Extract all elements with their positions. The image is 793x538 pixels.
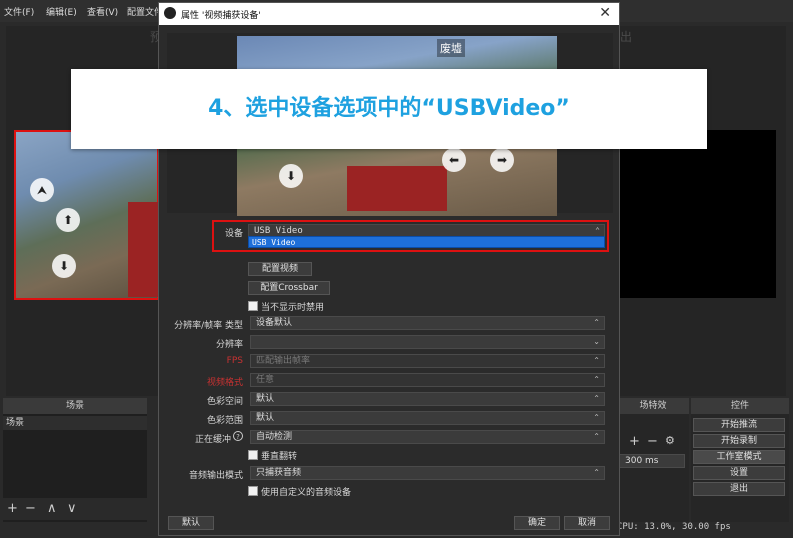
fps-value: 匹配输出帧率 <box>256 356 311 366</box>
video-format-label: 视频格式 <box>206 378 243 388</box>
resolution-fps-type-value: 设备默认 <box>256 318 293 328</box>
game-capture-thumbnail[interactable]: ⮝ ⬆ ⬇ <box>14 130 160 300</box>
color-range-label: 色彩范围 <box>206 416 243 426</box>
color-range-value: 默认 <box>256 413 275 423</box>
gear-icon[interactable]: ⚙ <box>665 434 675 447</box>
fps-select[interactable]: 匹配输出帧率 ⌃ <box>250 354 605 368</box>
resolution-label: 分辨率 <box>215 340 243 350</box>
move-down-icon[interactable]: ∨ <box>67 501 77 516</box>
transitions-dock-title: 场特效 <box>617 398 689 414</box>
scene-list-item[interactable]: 场景 <box>3 416 147 430</box>
resolution-select[interactable]: ⌄ <box>250 335 605 349</box>
controls-dock-title: 控件 <box>691 398 789 414</box>
remove-icon[interactable]: − <box>647 434 658 449</box>
chevron-updown-icon: ⌃ <box>593 318 600 327</box>
move-up-icon[interactable]: ∧ <box>47 501 57 516</box>
down-arrow-icon: ⬇ <box>52 254 76 278</box>
transition-duration[interactable]: 300 ms <box>619 454 685 468</box>
menu-view[interactable]: 查看(V) <box>87 5 118 18</box>
highlight-annotation <box>212 220 609 252</box>
right-arrow-icon: ➡ <box>490 148 514 172</box>
deactivate-when-hidden-label: 当不显示时禁用 <box>261 303 325 313</box>
scenes-toolbar: + − ∧ ∨ <box>3 498 147 520</box>
chevron-updown-icon: ⌃ <box>593 432 600 441</box>
configure-crossbar-button[interactable]: 配置Crossbar <box>248 281 330 295</box>
program-label: 出 <box>620 30 633 44</box>
use-custom-audio-label: 使用自定义的音频设备 <box>261 488 352 498</box>
chevron-updown-icon: ⌃ <box>593 394 600 403</box>
dialog-titlebar: 属性 '视频捕获设备' ✕ <box>159 3 619 25</box>
buffering-select[interactable]: 自动检测 ⌃ <box>250 430 605 444</box>
color-space-value: 默认 <box>256 394 275 404</box>
transitions-dock: 场特效 + − ⚙ 300 ms <box>617 398 689 522</box>
chevron-updown-icon: ⌃ <box>593 375 600 384</box>
cancel-button[interactable]: 取消 <box>564 516 610 530</box>
audio-output-mode-value: 只捕获音频 <box>256 468 302 478</box>
start-recording-button[interactable]: 开始录制 <box>693 434 785 448</box>
defaults-button[interactable]: 默认 <box>168 516 214 530</box>
audio-output-mode-select[interactable]: 只捕获音频 ⌃ <box>250 466 605 480</box>
up-arrow-icon: ⬆ <box>56 208 80 232</box>
start-streaming-button[interactable]: 开始推流 <box>693 418 785 432</box>
program-view <box>620 130 776 298</box>
car-graphic <box>128 202 160 297</box>
chevron-updown-icon: ⌃ <box>593 356 600 365</box>
down-arrow-icon: ⬇ <box>279 164 303 188</box>
scenes-dock-title: 场景 <box>3 398 147 414</box>
color-space-label: 色彩空间 <box>206 397 243 407</box>
flip-vertical-label: 垂直翻转 <box>261 452 298 462</box>
up-arrow-icon: ⮝ <box>30 178 54 202</box>
instruction-banner-text: 4、选中设备选项中的“USBVideo” <box>208 96 570 121</box>
help-icon[interactable]: ? <box>233 431 243 441</box>
remove-icon[interactable]: − <box>25 501 36 516</box>
chevron-updown-icon: ⌃ <box>593 413 600 422</box>
video-format-value: 任意 <box>256 375 275 385</box>
configure-video-button[interactable]: 配置视频 <box>248 262 312 276</box>
chevron-down-icon: ⌄ <box>593 337 600 346</box>
audio-output-mode-label: 音频输出模式 <box>188 471 243 481</box>
video-format-select[interactable]: 任意 ⌃ <box>250 373 605 387</box>
car-graphic <box>347 166 447 211</box>
controls-dock: 控件 开始推流 开始录制 工作室模式 设置 退出 <box>691 398 789 522</box>
fps-label: FPS <box>226 356 243 366</box>
add-icon[interactable]: + <box>7 501 18 516</box>
status-bar: CPU: 13.0%, 30.00 fps <box>617 522 731 532</box>
resolution-fps-type-label: 分辨率/帧率 类型 <box>174 321 243 331</box>
deactivate-when-hidden-checkbox[interactable] <box>248 301 258 311</box>
use-custom-audio-checkbox[interactable] <box>248 486 258 496</box>
menu-file[interactable]: 文件(F) <box>4 5 34 18</box>
menu-edit[interactable]: 编辑(E) <box>46 5 77 18</box>
obs-logo-icon <box>164 7 176 19</box>
buffering-value: 自动检测 <box>256 432 293 442</box>
add-icon[interactable]: + <box>629 434 640 449</box>
ok-button[interactable]: 确定 <box>514 516 560 530</box>
resolution-fps-type-select[interactable]: 设备默认 ⌃ <box>250 316 605 330</box>
left-arrow-icon: ⬅ <box>442 148 466 172</box>
instruction-banner: 4、选中设备选项中的“USBVideo” <box>71 69 707 149</box>
flip-vertical-checkbox[interactable] <box>248 450 258 460</box>
color-space-select[interactable]: 默认 ⌃ <box>250 392 605 406</box>
chevron-updown-icon: ⌃ <box>593 468 600 477</box>
settings-button[interactable]: 设置 <box>693 466 785 480</box>
exit-button[interactable]: 退出 <box>693 482 785 496</box>
buffering-label: 正在缓冲 <box>194 435 231 445</box>
dialog-title: 属性 '视频捕获设备' <box>181 11 261 21</box>
close-icon[interactable]: ✕ <box>599 5 611 21</box>
color-range-select[interactable]: 默认 ⌃ <box>250 411 605 425</box>
studio-mode-button[interactable]: 工作室模式 <box>693 450 785 464</box>
preview-overlay-text: 废墟 <box>437 39 465 57</box>
